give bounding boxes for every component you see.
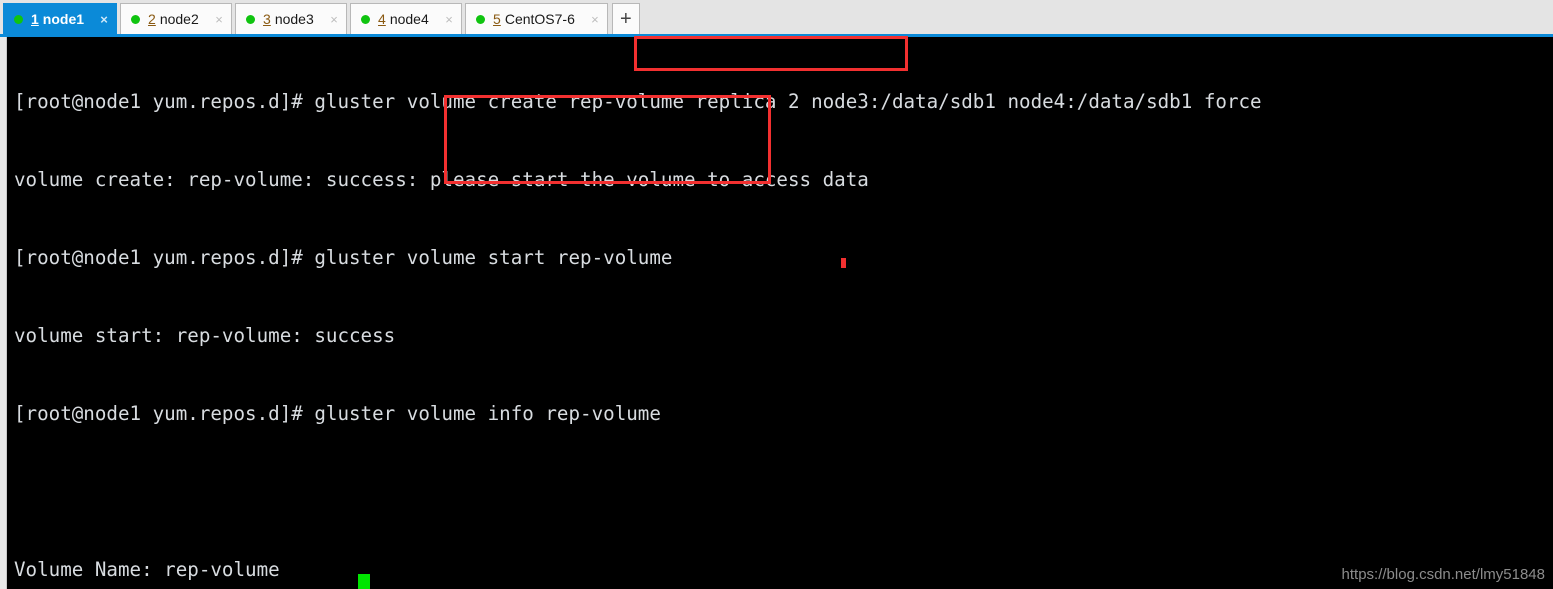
connection-status-dot [14,14,23,24]
terminal-line: Volume Name: rep-volume [14,558,280,581]
tab-label: CentOS7-6 [504,11,575,27]
connection-status-dot [131,14,141,24]
tab-node1[interactable]: 1 node1 × [3,3,118,34]
terminal-line: volume create: rep-volume: success: plea… [14,168,869,191]
terminal-output-area[interactable]: [root@node1 yum.repos.d]# gluster volume… [8,37,1553,589]
tab-label: node4 [389,11,429,27]
terminal-line: [root@node1 yum.repos.d]# gluster volume… [14,90,1262,113]
terminal-text: [root@node1 yum.repos.d]# gluster volume… [14,37,1262,589]
tab-node4[interactable]: 4 node4 × [350,3,463,34]
tab-node2[interactable]: 2 node2 × [120,3,233,34]
tab-number: 3 [263,11,271,27]
terminal-cursor [358,574,370,589]
tab-label: node1 [42,11,85,27]
tab-number: 2 [148,11,156,27]
connection-status-dot [361,14,371,24]
tab-bar: 1 node1 × 2 node2 × 3 node3 × 4 node4 × … [0,0,1553,34]
close-icon[interactable]: × [98,13,110,26]
tab-centos7-6[interactable]: 5 CentOS7-6 × [465,3,608,34]
connection-status-dot [476,14,486,24]
new-tab-button[interactable]: + [611,3,640,34]
red-annotation-mark [841,258,846,268]
terminal-window: 1 node1 × 2 node2 × 3 node3 × 4 node4 × … [0,0,1553,589]
watermark: https://blog.csdn.net/lmy51848 [1341,566,1545,583]
tab-label: node3 [274,11,314,27]
terminal-line: volume start: rep-volume: success [14,324,396,347]
terminal-left-gutter [0,37,7,589]
terminal-line: [root@node1 yum.repos.d]# gluster volume… [14,402,661,425]
tab-number: 1 [31,11,39,27]
tab-label: node2 [159,11,199,27]
tab-number: 4 [378,11,386,27]
terminal-line: [root@node1 yum.repos.d]# gluster volume… [14,246,673,269]
connection-status-dot [246,14,256,24]
tab-node3[interactable]: 3 node3 × [235,3,348,34]
tab-number: 5 [493,11,501,27]
close-icon[interactable]: × [328,13,340,26]
close-icon[interactable]: × [589,13,601,26]
close-icon[interactable]: × [213,13,225,26]
close-icon[interactable]: × [443,13,455,26]
